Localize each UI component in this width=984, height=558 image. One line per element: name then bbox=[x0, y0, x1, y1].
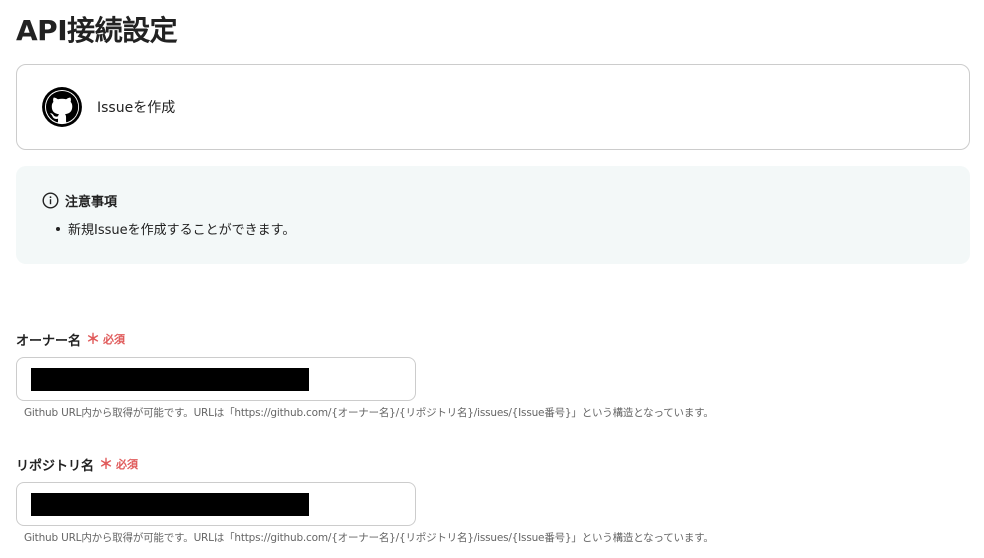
required-asterisk-icon: ＊ bbox=[86, 332, 101, 348]
repository-name-help-text: Github URL内から取得が可能です。URLは「https://github… bbox=[24, 532, 714, 544]
repository-name-value-redacted bbox=[31, 492, 309, 516]
github-icon bbox=[41, 86, 83, 128]
repository-name-label: リポジトリ名 ＊ 必須 bbox=[16, 454, 138, 474]
notice-header: 注意事項 bbox=[42, 190, 970, 210]
required-badge: 必須 bbox=[116, 458, 139, 471]
page-title: API接続設定 bbox=[16, 14, 178, 47]
bullet-icon bbox=[56, 226, 60, 231]
info-icon bbox=[42, 191, 59, 209]
repository-name-label-text: リポジトリ名 bbox=[16, 458, 95, 474]
owner-name-label: オーナー名 ＊ 必須 bbox=[16, 329, 125, 349]
action-label: Issueを作成 bbox=[97, 100, 176, 116]
owner-name-value-redacted bbox=[31, 367, 309, 391]
required-badge: 必須 bbox=[103, 333, 126, 346]
owner-name-input[interactable] bbox=[16, 357, 416, 401]
required-asterisk-icon: ＊ bbox=[99, 457, 114, 473]
notice-title: 注意事項 bbox=[65, 194, 118, 210]
action-card-create-issue[interactable]: Issueを作成 bbox=[16, 64, 970, 150]
notice-item: 新規Issueを作成することができます。 bbox=[42, 219, 970, 238]
repository-name-input[interactable] bbox=[16, 482, 416, 526]
notice-box: 注意事項 新規Issueを作成することができます。 bbox=[16, 166, 970, 264]
notice-item-text: 新規Issueを作成することができます。 bbox=[68, 223, 296, 238]
owner-name-label-text: オーナー名 bbox=[16, 333, 82, 349]
owner-name-help-text: Github URL内から取得が可能です。URLは「https://github… bbox=[24, 407, 714, 419]
notice-list: 新規Issueを作成することができます。 bbox=[42, 219, 970, 238]
